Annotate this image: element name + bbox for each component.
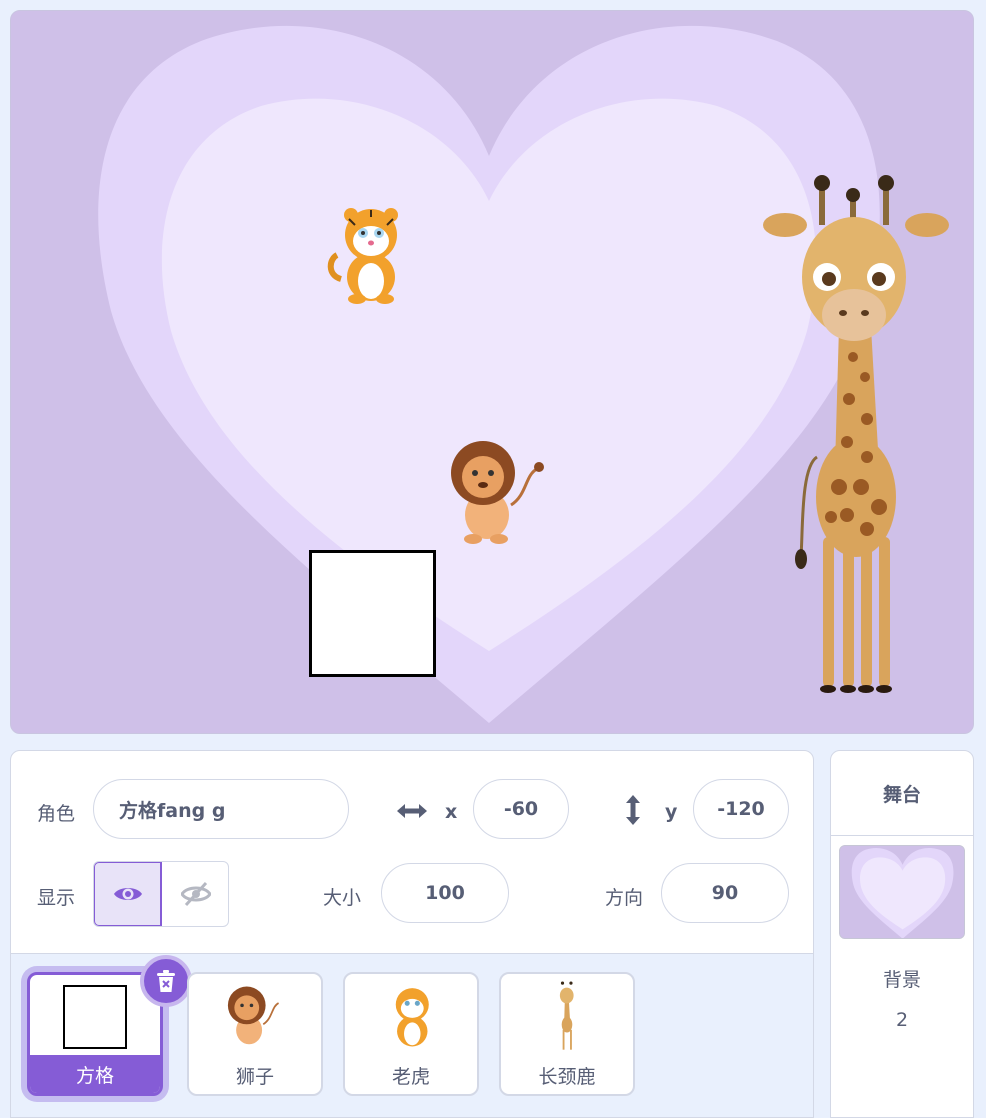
visibility-toggle <box>93 861 229 927</box>
square-sprite[interactable] <box>309 550 436 677</box>
sprite-name-input[interactable]: 方格fang g <box>93 779 349 839</box>
sprite-info-panel: 角色 方格fang g x -60 y -120 显示 大小 100 方向 90 <box>10 750 814 1118</box>
stage-title: 舞台 <box>831 751 973 836</box>
y-label: y <box>665 801 678 823</box>
sprite-card-label: 方格 <box>30 1055 160 1093</box>
eye-slash-icon <box>181 881 211 907</box>
show-button[interactable] <box>94 862 162 926</box>
sprite-label: 角色 <box>37 803 76 825</box>
direction-input[interactable]: 90 <box>661 863 789 923</box>
square-thumbnail <box>63 985 127 1049</box>
sprite-card-label: 狮子 <box>235 1065 274 1088</box>
backdrop-count: 2 <box>895 1009 909 1031</box>
horizontal-arrows-icon <box>397 804 427 818</box>
delete-sprite-button[interactable] <box>140 955 192 1007</box>
sprite-card-label: 长颈鹿 <box>538 1065 596 1088</box>
sprite-list: 方格 狮子 老虎 长颈鹿 <box>11 953 813 1117</box>
eye-icon <box>113 888 142 900</box>
vertical-arrows-icon <box>626 795 640 825</box>
backdrop-label: 背景 <box>882 969 921 991</box>
size-input[interactable]: 100 <box>381 863 509 923</box>
sprite-card-label: 老虎 <box>391 1065 430 1088</box>
stage[interactable] <box>10 10 974 734</box>
heart-thumbnail <box>840 846 964 938</box>
x-label: x <box>445 801 458 823</box>
y-input[interactable]: -120 <box>693 779 789 839</box>
stage-selector[interactable]: 舞台 背景 2 <box>830 750 974 1118</box>
x-input[interactable]: -60 <box>473 779 569 839</box>
giraffe-sprite[interactable] <box>761 167 951 697</box>
show-label: 显示 <box>37 887 76 909</box>
size-label: 大小 <box>323 887 362 909</box>
tiger-sprite[interactable] <box>327 201 411 305</box>
trash-icon <box>157 970 175 992</box>
lion-sprite[interactable] <box>447 435 547 547</box>
tiger-thumbnail <box>395 988 429 1047</box>
direction-label: 方向 <box>605 887 644 909</box>
lion-thumbnail <box>227 986 280 1045</box>
sprite-card-giraffe[interactable]: 长颈鹿 <box>499 972 635 1096</box>
sprite-card-tiger[interactable]: 老虎 <box>343 972 479 1096</box>
giraffe-thumbnail <box>559 981 574 1050</box>
backdrop-thumbnail[interactable] <box>839 845 965 939</box>
sprite-card-lion[interactable]: 狮子 <box>187 972 323 1096</box>
hide-button[interactable] <box>162 862 228 926</box>
